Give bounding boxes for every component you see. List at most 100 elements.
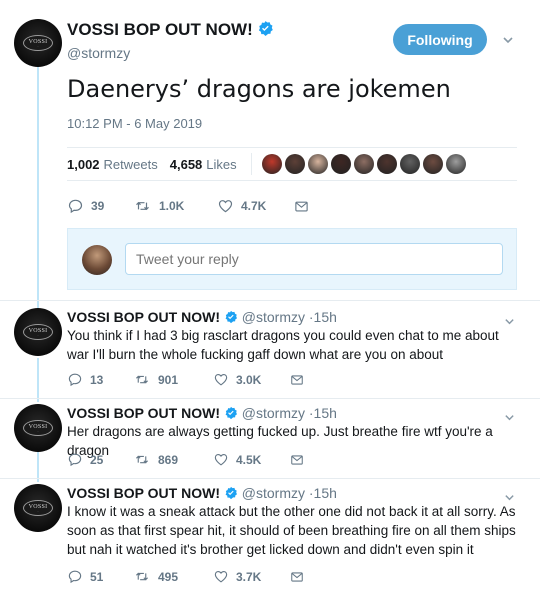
envelope-icon <box>291 454 303 465</box>
envelope-icon <box>295 201 308 211</box>
verified-badge-icon <box>224 310 238 327</box>
retweets-label[interactable]: Retweets <box>104 157 158 172</box>
retweet-action[interactable]: 901 <box>133 372 213 387</box>
liker-avatar[interactable] <box>261 154 282 174</box>
separator <box>0 478 540 479</box>
chevron-down-icon[interactable] <box>502 33 514 51</box>
thread-line <box>37 66 39 316</box>
liker-avatar[interactable] <box>399 154 420 174</box>
reply-author-name[interactable]: VOSSI BOP OUT NOW! <box>67 405 220 421</box>
reply-time[interactable]: ·15h <box>309 405 337 421</box>
reply-author-handle[interactable]: @stormzy <box>242 309 305 325</box>
reply-icon <box>68 199 83 214</box>
like-count: 4.5K <box>236 452 262 467</box>
heart-icon <box>214 373 228 386</box>
reply-time[interactable]: ·15h <box>309 485 337 501</box>
reply-count: 39 <box>91 199 105 213</box>
reply-author-handle[interactable]: @stormzy <box>242 405 305 421</box>
retweet-icon <box>136 201 149 211</box>
retweet-icon <box>135 572 149 581</box>
reply-icon <box>68 373 82 387</box>
reply-actions: 25 869 4.5K <box>67 452 312 467</box>
verified-badge-icon <box>224 406 238 423</box>
like-count: 3.7K <box>236 569 262 584</box>
envelope-icon <box>291 571 303 582</box>
tweet-stats: 1,002 Retweets 4,658 Likes <box>67 147 517 181</box>
reply-icon <box>68 453 82 467</box>
retweet-count: 495 <box>158 569 179 584</box>
liker-avatar[interactable] <box>422 154 443 174</box>
user-avatar <box>82 245 112 275</box>
likes-count[interactable]: 4,658 <box>170 157 203 172</box>
heart-icon <box>214 453 228 466</box>
liker-avatar[interactable] <box>284 154 305 174</box>
envelope-icon <box>291 374 303 385</box>
reply-author-handle[interactable]: @stormzy <box>242 485 305 501</box>
message-action[interactable] <box>289 373 312 387</box>
verified-badge-icon <box>257 20 274 42</box>
like-count: 4.7K <box>241 199 267 213</box>
retweet-count: 869 <box>158 452 179 467</box>
like-count: 3.0K <box>236 372 262 387</box>
reply-count: 25 <box>90 452 104 467</box>
reply-text: I know it was a sneak attack but the oth… <box>67 504 516 557</box>
retweet-action[interactable]: 1.0K <box>133 198 217 214</box>
liker-avatar[interactable] <box>330 154 351 174</box>
reply-input[interactable] <box>125 243 503 275</box>
reply-actions: 13 901 3.0K <box>67 372 312 387</box>
author-handle[interactable]: @stormzy <box>67 45 130 61</box>
thread-line <box>37 358 39 402</box>
like-action[interactable]: 3.7K <box>213 569 289 584</box>
stats-divider <box>250 153 252 175</box>
liker-avatars <box>261 154 469 174</box>
message-action[interactable] <box>293 199 317 214</box>
reply-action[interactable]: 51 <box>67 569 133 584</box>
liker-avatar[interactable] <box>445 154 466 174</box>
retweet-action[interactable]: 495 <box>133 569 213 584</box>
reply-author-name[interactable]: VOSSI BOP OUT NOW! <box>67 309 220 325</box>
retweet-action[interactable]: 869 <box>133 452 213 467</box>
reply-icon <box>68 570 82 584</box>
like-action[interactable]: 4.7K <box>217 198 293 214</box>
reply-time[interactable]: ·15h <box>309 309 337 325</box>
reply-action[interactable]: 39 <box>67 198 133 214</box>
heart-icon <box>214 570 228 583</box>
reply-count: 51 <box>90 569 104 584</box>
tweet-timestamp[interactable]: 10:12 PM - 6 May 2019 <box>67 116 202 131</box>
reply-header: VOSSI BOP OUT NOW! @stormzy ·15h <box>67 485 337 503</box>
tweet-actions: 39 1.0K 4.7K <box>67 198 317 214</box>
display-name[interactable]: VOSSI BOP OUT NOW! <box>67 20 253 39</box>
heart-icon <box>218 200 233 213</box>
following-button[interactable]: Following <box>393 24 487 55</box>
tweet-text: Daenerys’ dragons are jokemen <box>67 75 451 103</box>
message-action[interactable] <box>289 453 312 467</box>
reply-text: You think if I had 3 big rasclart dragon… <box>67 328 499 362</box>
separator <box>0 398 540 399</box>
reply-action[interactable]: 25 <box>67 452 133 467</box>
liker-avatar[interactable] <box>307 154 328 174</box>
reply-author-avatar[interactable]: VOSSI · · <box>14 404 62 452</box>
likes-label[interactable]: Likes <box>206 157 236 172</box>
reply-composer <box>67 228 517 290</box>
reply-author-avatar[interactable]: VOSSI · · <box>14 308 62 356</box>
reply-action[interactable]: 13 <box>67 372 133 387</box>
liker-avatar[interactable] <box>376 154 397 174</box>
like-action[interactable]: 4.5K <box>213 452 289 467</box>
reply-author-name[interactable]: VOSSI BOP OUT NOW! <box>67 485 220 501</box>
like-action[interactable]: 3.0K <box>213 372 289 387</box>
retweet-icon <box>135 455 149 464</box>
reply-header: VOSSI BOP OUT NOW! @stormzy ·15h <box>67 309 337 327</box>
reply-count: 13 <box>90 372 104 387</box>
message-action[interactable] <box>289 570 312 584</box>
liker-avatar[interactable] <box>353 154 374 174</box>
retweet-count: 1.0K <box>159 199 185 213</box>
separator <box>0 300 540 301</box>
retweets-count[interactable]: 1,002 <box>67 157 100 172</box>
retweet-icon <box>135 375 149 384</box>
author-name[interactable]: VOSSI BOP OUT NOW! <box>67 20 274 42</box>
retweet-count: 901 <box>158 372 179 387</box>
author-avatar[interactable]: VOSSI · · <box>14 19 62 67</box>
reply-header: VOSSI BOP OUT NOW! @stormzy ·15h <box>67 405 337 423</box>
reply-author-avatar[interactable]: VOSSI · · <box>14 484 62 532</box>
verified-badge-icon <box>224 486 238 503</box>
